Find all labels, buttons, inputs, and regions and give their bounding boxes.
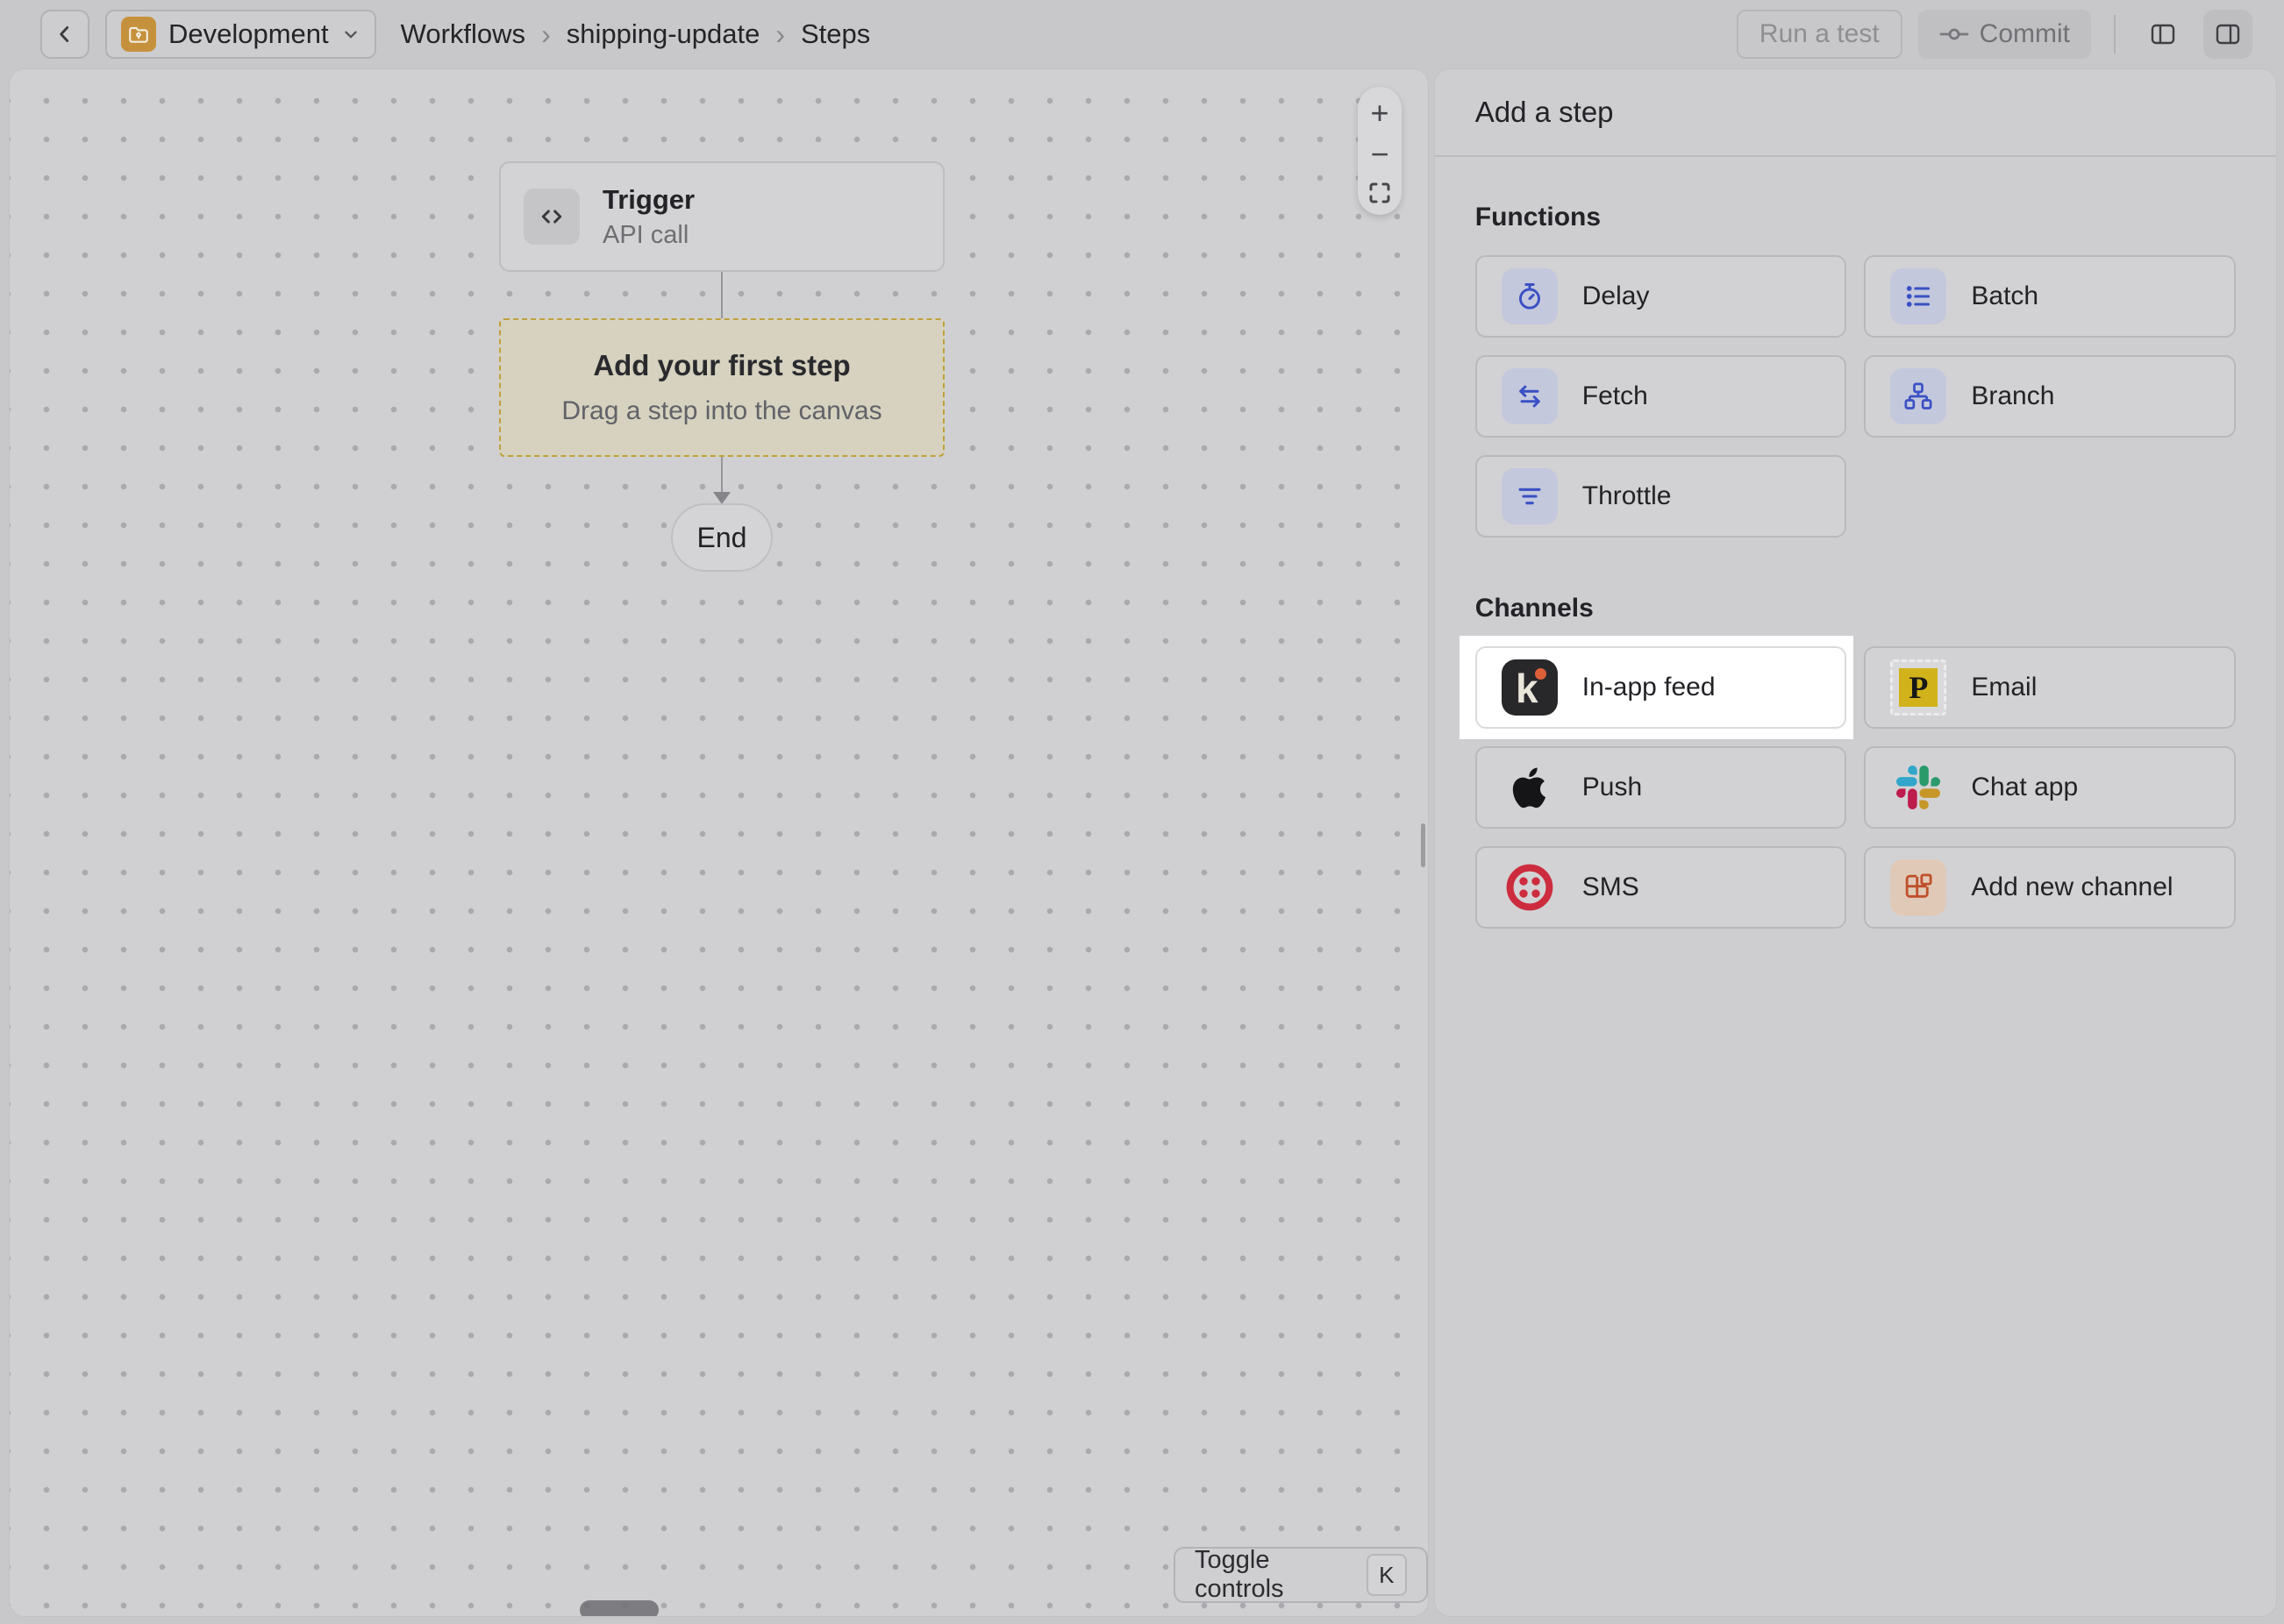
- breadcrumb-steps[interactable]: Steps: [801, 18, 870, 50]
- apple-icon: [1502, 759, 1558, 816]
- environment-selector[interactable]: Development: [105, 10, 376, 59]
- fit-view-button[interactable]: [1367, 181, 1392, 205]
- end-node[interactable]: End: [671, 503, 773, 572]
- trigger-node[interactable]: Trigger API call: [499, 161, 945, 272]
- spotlight-highlight: k In-app feed: [1475, 646, 1847, 729]
- add-first-step-dropzone[interactable]: Add your first step Drag a step into the…: [499, 318, 945, 457]
- functions-section-label: Functions: [1475, 203, 2236, 232]
- add-step-panel: Add a step Functions Delay Batch: [1434, 68, 2277, 1617]
- step-card-email[interactable]: P Email: [1864, 646, 2236, 729]
- zoom-in-button[interactable]: +: [1370, 97, 1388, 129]
- canvas-zoom-controls: + −: [1358, 87, 1402, 215]
- edge-connector: [721, 457, 723, 495]
- toggle-right-panel-button[interactable]: [2203, 10, 2252, 59]
- breadcrumb-workflow-name[interactable]: shipping-update: [567, 18, 760, 50]
- trigger-title: Trigger: [603, 184, 695, 216]
- chevron-down-icon: [341, 25, 360, 44]
- edge-connector: [721, 272, 723, 318]
- knock-icon: k: [1502, 659, 1558, 716]
- dropzone-subtitle: Drag a step into the canvas: [561, 396, 881, 426]
- step-card-label: Throttle: [1582, 481, 1672, 511]
- vertical-scrollbar[interactable]: [1421, 823, 1425, 867]
- step-card-label: Add new channel: [1971, 873, 2173, 902]
- workflow-canvas[interactable]: Trigger API call Add your first step Dra…: [9, 68, 1429, 1617]
- branch-icon: [1890, 368, 1946, 424]
- left-panel-icon: [2149, 20, 2177, 48]
- run-a-test-button[interactable]: Run a test: [1737, 10, 1902, 59]
- edge-arrowhead: [713, 492, 731, 504]
- step-card-in-app-feed[interactable]: k In-app feed: [1475, 646, 1847, 729]
- slack-icon: [1890, 759, 1946, 816]
- step-card-push[interactable]: Push: [1475, 746, 1847, 829]
- step-card-branch[interactable]: Branch: [1864, 355, 2236, 438]
- swap-arrows-icon: [1502, 368, 1558, 424]
- step-card-delay[interactable]: Delay: [1475, 255, 1847, 338]
- grid-plus-icon: [1890, 859, 1946, 915]
- workspace: Trigger API call Add your first step Dra…: [0, 68, 2284, 1624]
- panel-body: Functions Delay Batch: [1435, 157, 2276, 929]
- keyboard-shortcut-badge: K: [1367, 1554, 1407, 1596]
- twilio-icon: [1502, 859, 1558, 915]
- step-card-label: Fetch: [1582, 381, 1648, 411]
- step-card-label: Branch: [1971, 381, 2054, 411]
- commit-label: Commit: [1980, 19, 2070, 49]
- code-icon: [524, 189, 580, 245]
- step-card-throttle[interactable]: Throttle: [1475, 455, 1847, 538]
- step-card-label: SMS: [1582, 873, 1639, 902]
- step-card-sms[interactable]: SMS: [1475, 846, 1847, 929]
- toggle-controls-label: Toggle controls: [1195, 1546, 1349, 1604]
- environment-folder-icon: [121, 17, 156, 52]
- step-card-label: Email: [1971, 673, 2037, 702]
- top-bar: Development Workflows › shipping-update …: [0, 0, 2284, 68]
- panel-title: Add a step: [1475, 96, 1614, 129]
- horizontal-scrollbar[interactable]: [580, 1600, 659, 1617]
- toggle-left-panel-button[interactable]: [2138, 10, 2188, 59]
- zoom-out-button[interactable]: −: [1370, 139, 1388, 170]
- channels-section-label: Channels: [1475, 594, 2236, 623]
- step-card-label: Chat app: [1971, 773, 2078, 802]
- back-chevron-icon: [54, 23, 76, 46]
- stopwatch-icon: [1502, 268, 1558, 324]
- commit-icon: [1939, 21, 1969, 47]
- functions-grid: Delay Batch Fetch: [1475, 255, 2236, 538]
- toggle-controls-button[interactable]: Toggle controls K: [1174, 1547, 1428, 1603]
- throttle-lines-icon: [1502, 468, 1558, 524]
- panel-header: Add a step: [1435, 69, 2276, 157]
- list-icon: [1890, 268, 1946, 324]
- trigger-texts: Trigger API call: [603, 184, 695, 250]
- breadcrumb-separator-icon: ›: [541, 18, 551, 51]
- step-card-label: Push: [1582, 773, 1642, 802]
- step-card-batch[interactable]: Batch: [1864, 255, 2236, 338]
- step-card-fetch[interactable]: Fetch: [1475, 355, 1847, 438]
- breadcrumb-separator-icon: ›: [775, 18, 785, 51]
- channels-grid: k In-app feed P Email: [1475, 646, 2236, 929]
- step-card-add-new-channel[interactable]: Add new channel: [1864, 846, 2236, 929]
- trigger-subtitle: API call: [603, 221, 695, 250]
- breadcrumb-workflows[interactable]: Workflows: [401, 18, 525, 50]
- step-card-label: Batch: [1971, 281, 2038, 311]
- step-card-chat-app[interactable]: Chat app: [1864, 746, 2236, 829]
- step-card-label: Delay: [1582, 281, 1650, 311]
- commit-button[interactable]: Commit: [1918, 10, 2091, 59]
- dropzone-title: Add your first step: [593, 349, 850, 382]
- postmark-stamp-icon: P: [1890, 659, 1946, 716]
- environment-label: Development: [168, 18, 329, 50]
- breadcrumb: Workflows › shipping-update › Steps: [401, 18, 871, 51]
- step-card-label: In-app feed: [1582, 673, 1716, 702]
- right-panel-icon: [2214, 20, 2242, 48]
- back-button[interactable]: [40, 10, 89, 59]
- topbar-divider: [2114, 15, 2116, 53]
